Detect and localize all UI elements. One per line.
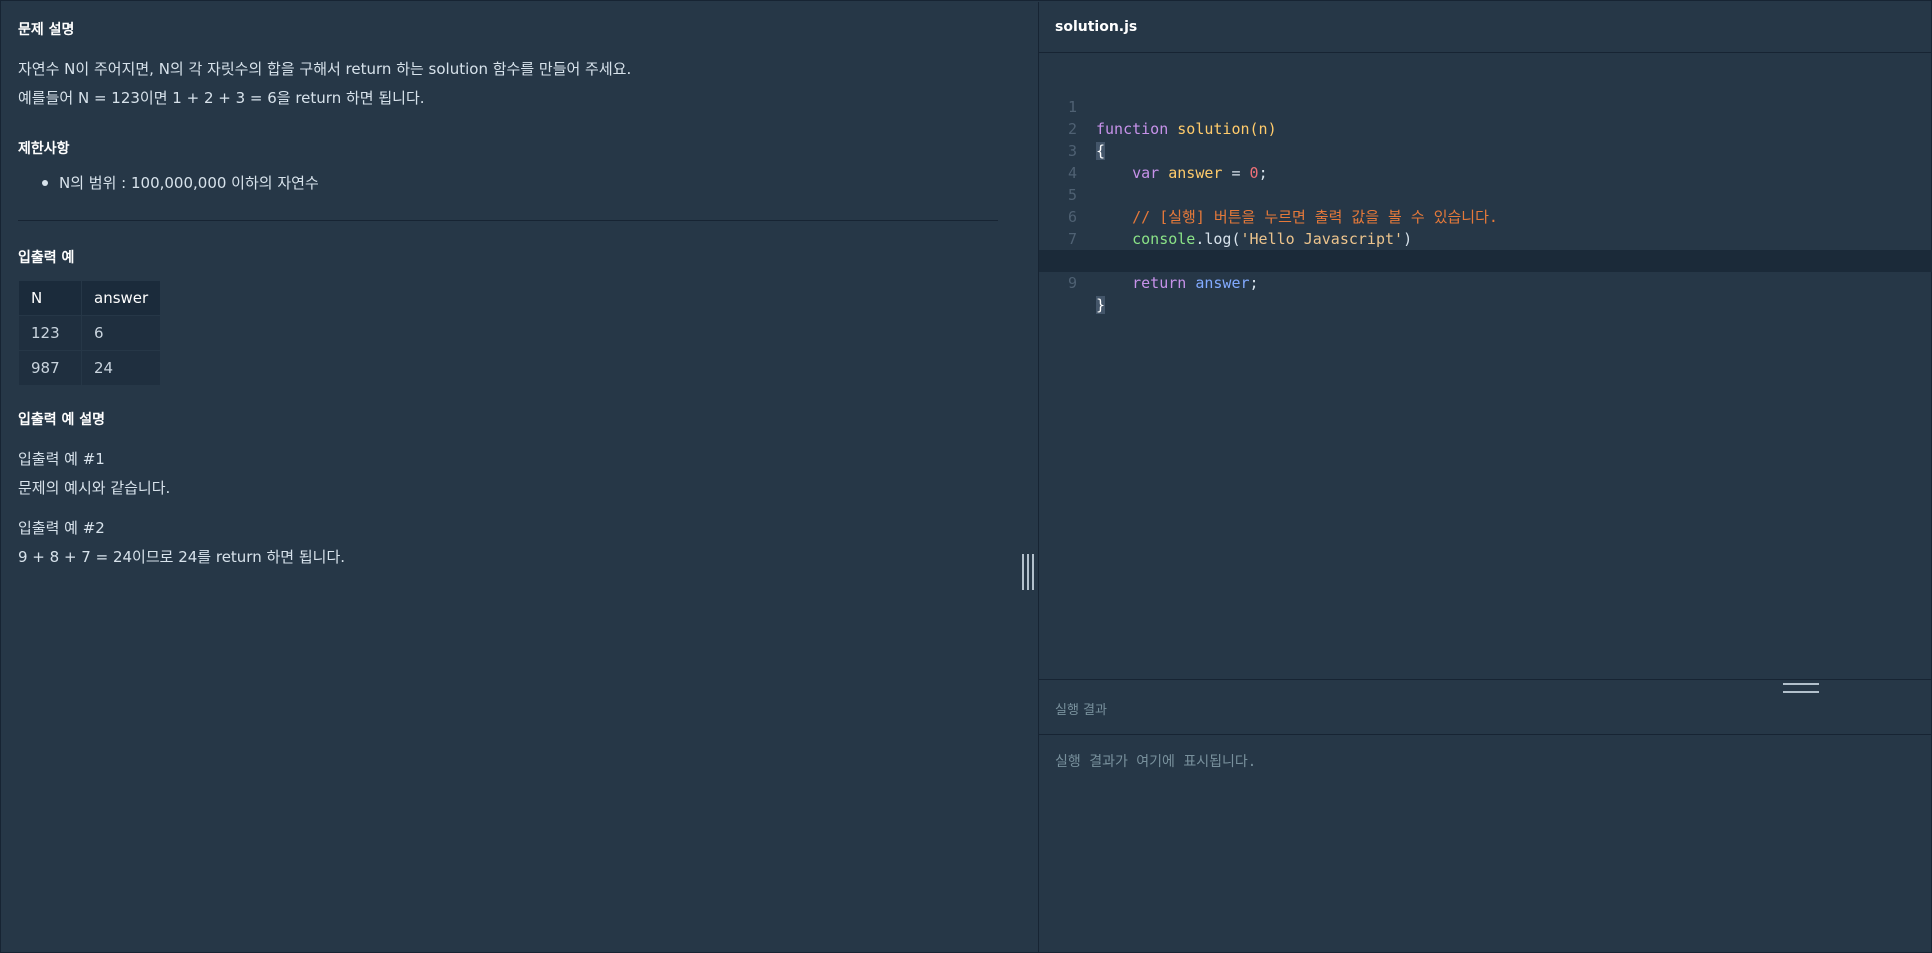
line-number: 9 bbox=[1067, 274, 1077, 292]
table-header-answer: answer bbox=[80, 280, 162, 316]
divider bbox=[18, 220, 998, 221]
constraints-title: 제한사항 bbox=[18, 141, 70, 157]
grip-line bbox=[1783, 683, 1819, 685]
code-token: return bbox=[1132, 274, 1187, 292]
code-token: } bbox=[1096, 296, 1106, 314]
file-tab[interactable]: solution.js bbox=[1039, 2, 1932, 53]
grip-line bbox=[1027, 554, 1029, 590]
code-line: 5 // [실행] 버튼을 누르면 출력 값을 볼 수 있습니다. bbox=[1039, 162, 1932, 226]
table-header-n: N bbox=[18, 280, 82, 316]
panel-resize-handle[interactable] bbox=[1022, 554, 1034, 590]
table-cell: 987 bbox=[18, 350, 82, 386]
code-token: answer bbox=[1195, 274, 1250, 292]
constraint-text: N의 범위 : 100,000,000 이하의 자연수 bbox=[59, 174, 319, 192]
examples-table: N answer 123 6 987 24 bbox=[18, 280, 162, 386]
output-placeholder: 실행 결과가 여기에 표시됩니다. bbox=[1055, 754, 1257, 770]
bullet-icon bbox=[42, 179, 48, 186]
code-line-active: 9 } bbox=[1039, 250, 1932, 314]
editor-panel: solution.js 1 function solution(n) 2 { 3… bbox=[1038, 2, 1932, 952]
explanation-title: 입출력 예 설명 bbox=[18, 412, 106, 428]
table-cell: 24 bbox=[80, 350, 162, 386]
problem-description-line-1: 자연수 N이 주어지면, N의 각 자릿수의 합을 구해서 return 하는 … bbox=[18, 60, 632, 78]
problem-panel: 문제 설명 자연수 N이 주어지면, N의 각 자릿수의 합을 구해서 retu… bbox=[2, 2, 1020, 952]
output-resize-handle[interactable] bbox=[1783, 683, 1819, 693]
output-title: 실행 결과 bbox=[1055, 703, 1107, 718]
code-line: 7 bbox=[1039, 206, 1932, 248]
constraint-item: N의 범위 : 100,000,000 이하의 자연수 bbox=[42, 172, 319, 193]
example-2-text: 9 + 8 + 7 = 24이므로 24를 return 하면 됩니다. bbox=[18, 548, 346, 566]
table-header-row: N answer bbox=[18, 280, 162, 316]
grip-line bbox=[1783, 691, 1819, 693]
grip-line bbox=[1032, 554, 1034, 590]
app-window: 문제 설명 자연수 N이 주어지면, N의 각 자릿수의 합을 구해서 retu… bbox=[0, 0, 1932, 953]
code-line: 1 function solution(n) bbox=[1039, 74, 1932, 138]
code-line: 6 console.log('Hello Javascript') bbox=[1039, 184, 1932, 248]
code-line: 4 bbox=[1039, 140, 1932, 182]
code-line: 3 var answer = 0; bbox=[1039, 118, 1932, 182]
code-editor[interactable]: 1 function solution(n) 2 { 3 var answer … bbox=[1039, 54, 1932, 679]
code-token: ; bbox=[1249, 274, 1259, 292]
example-2-title: 입출력 예 #2 bbox=[18, 519, 105, 537]
table-row: 123 6 bbox=[18, 315, 162, 351]
code-line: 8 return answer; bbox=[1039, 228, 1932, 292]
example-1-text: 문제의 예시와 같습니다. bbox=[18, 479, 171, 497]
table-row: 987 24 bbox=[18, 350, 162, 386]
table-cell: 6 bbox=[80, 315, 162, 351]
problem-title: 문제 설명 bbox=[18, 22, 75, 38]
table-cell: 123 bbox=[18, 315, 82, 351]
examples-title: 입출력 예 bbox=[18, 250, 75, 266]
grip-line bbox=[1022, 554, 1024, 590]
code-line: 2 { bbox=[1039, 96, 1932, 160]
file-tab-label: solution.js bbox=[1055, 19, 1138, 35]
example-1-title: 입출력 예 #1 bbox=[18, 450, 105, 468]
problem-description-line-2: 예를들어 N = 123이면 1 + 2 + 3 = 6을 return 하면 … bbox=[18, 89, 425, 107]
